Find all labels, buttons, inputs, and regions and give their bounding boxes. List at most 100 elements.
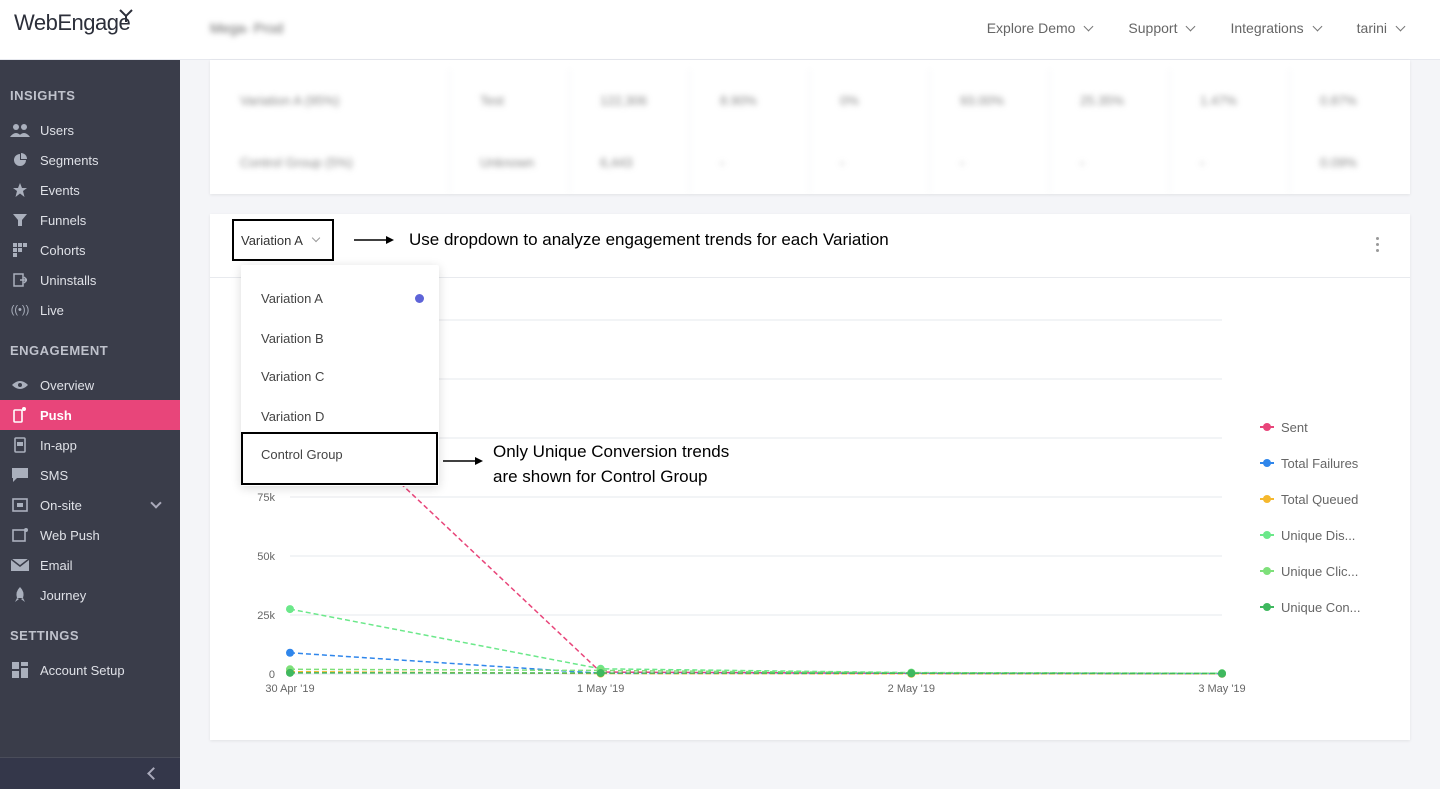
nav-user-menu[interactable]: tarini (1357, 20, 1406, 36)
table-row: Variation A (95%) Test 122,306 8.90% 0% … (210, 69, 1410, 131)
sidebar-item-uninstalls[interactable]: Uninstalls (0, 265, 180, 295)
more-options-icon[interactable] (1376, 237, 1380, 253)
sidebar-item-events[interactable]: Events (0, 175, 180, 205)
sidebar-item-sms[interactable]: SMS (0, 460, 180, 490)
table-cell: - (1050, 131, 1170, 193)
series-line (289, 672, 1223, 675)
insights-nav: Users Segments Events Funnels Cohorts Un… (0, 115, 180, 325)
selected-indicator (415, 294, 424, 303)
variation-stats-table: Variation A (95%) Test 122,306 8.90% 0% … (210, 60, 1410, 194)
sidebar-item-overview[interactable]: Overview (0, 370, 180, 400)
legend-label: Unique Clic... (1281, 563, 1359, 579)
legend-item[interactable]: Total Queued (1260, 481, 1361, 517)
control-group-highlight-box (241, 432, 438, 485)
sidebar-item-funnels[interactable]: Funnels (0, 205, 180, 235)
star-icon (10, 182, 30, 198)
project-selector[interactable]: Mega- Prod (210, 20, 283, 36)
broadcast-icon: ((•)) (10, 304, 30, 316)
sidebar-item-email[interactable]: Email (0, 550, 180, 580)
legend-marker-icon (1260, 422, 1274, 432)
pie-icon (10, 152, 30, 168)
mobile-icon (10, 407, 30, 423)
top-nav: Explore Demo Support Integrations tarini (987, 20, 1406, 36)
legend-marker-icon (1260, 530, 1274, 540)
table-cell: 8.90% (690, 69, 810, 131)
legend-label: Total Failures (1281, 455, 1359, 471)
data-point (286, 648, 294, 657)
dropdown-option-variation-b[interactable]: Variation B (261, 331, 324, 346)
sidebar-item-segments[interactable]: Segments (0, 145, 180, 175)
dropdown-option-variation-a[interactable]: Variation A (261, 291, 323, 306)
chat-icon (10, 467, 30, 483)
legend-label: Sent (1281, 419, 1308, 435)
series-line (289, 608, 1223, 675)
legend-item[interactable]: Unique Dis... (1260, 517, 1361, 553)
legend-item[interactable]: Unique Clic... (1260, 553, 1361, 589)
webengage-logo[interactable]: WebEngage (14, 9, 133, 36)
apps-icon (10, 662, 30, 678)
variation-dropdown[interactable]: Variation A (232, 219, 334, 261)
table-cell: Test (450, 69, 570, 131)
arrow-right-icon (354, 236, 394, 244)
data-point (1218, 669, 1226, 678)
table-cell: 93.00% (930, 69, 1050, 131)
top-bar: WebEngage Mega- Prod Explore Demo Suppor… (0, 0, 1440, 60)
legend-marker-icon (1260, 602, 1274, 612)
logo-text: WebEngage (14, 10, 131, 35)
chevron-down-icon (1312, 21, 1323, 31)
chevron-down-icon[interactable] (150, 497, 162, 509)
table-row: Control Group (5%) Unknown 6,443 - - - -… (210, 131, 1410, 193)
legend-item[interactable]: Sent (1260, 409, 1361, 445)
sidebar-item-in-app[interactable]: In-app (0, 430, 180, 460)
table-cell: Unknown (450, 131, 570, 193)
envelope-icon (10, 557, 30, 573)
nav-integrations[interactable]: Integrations (1230, 20, 1323, 36)
legend-item[interactable]: Unique Con... (1260, 589, 1361, 625)
section-title-insights: INSIGHTS (10, 88, 76, 103)
grid-icon (10, 242, 30, 258)
legend-item[interactable]: Total Failures (1260, 445, 1361, 481)
x-tick-label: 3 May '19 (1198, 683, 1245, 695)
sidebar-item-on-site[interactable]: On-site (0, 490, 180, 520)
sidebar-collapse-button[interactable] (0, 757, 180, 789)
chevron-left-icon (147, 767, 160, 780)
table-cell: - (690, 131, 810, 193)
sidebar-item-account-setup[interactable]: Account Setup (0, 655, 180, 685)
x-tick-label: 30 Apr '19 (265, 683, 314, 695)
table-cell: 0.09% (1320, 154, 1357, 170)
y-tick-label: 0 (269, 669, 275, 681)
table-cell: Control Group (5%) (210, 131, 450, 193)
exit-icon (10, 272, 30, 288)
section-title-engagement: ENGAGEMENT (10, 343, 109, 358)
sidebar-item-users[interactable]: Users (0, 115, 180, 145)
table-cell: 25.35% (1050, 69, 1170, 131)
chevron-down-icon (1186, 21, 1196, 31)
table-cell: 0% (810, 69, 930, 131)
nav-support[interactable]: Support (1128, 20, 1196, 36)
eye-icon (10, 377, 30, 393)
settings-nav: Account Setup (0, 655, 180, 685)
dropdown-option-variation-d[interactable]: Variation D (261, 409, 324, 424)
x-tick-label: 1 May '19 (577, 683, 624, 695)
sidebar: INSIGHTS Users Segments Events Funnels C… (0, 60, 180, 789)
annotation-dropdown-hint: Use dropdown to analyze engagement trend… (409, 230, 889, 249)
legend-label: Unique Dis... (1281, 527, 1356, 543)
sidebar-item-web-push[interactable]: Web Push (0, 520, 180, 550)
chevron-down-icon (1083, 21, 1094, 31)
sidebar-item-push[interactable]: Push (0, 400, 180, 430)
sidebar-item-live[interactable]: ((•)) Live (0, 295, 180, 325)
funnel-icon (10, 212, 30, 228)
x-tick-label: 2 May '19 (888, 683, 935, 695)
logo-bird-icon (119, 9, 133, 22)
dropdown-option-variation-c[interactable]: Variation C (261, 369, 324, 384)
table-cell: 6,443 (570, 131, 690, 193)
sidebar-item-journey[interactable]: Journey (0, 580, 180, 610)
window-icon (10, 497, 30, 513)
data-point (596, 669, 605, 678)
table-cell: 1.47% (1170, 69, 1290, 131)
sidebar-item-cohorts[interactable]: Cohorts (0, 235, 180, 265)
nav-explore-demo[interactable]: Explore Demo (987, 20, 1094, 36)
legend-label: Total Queued (1281, 491, 1359, 507)
chevron-down-icon (1395, 21, 1406, 31)
section-title-settings: SETTINGS (10, 628, 80, 643)
